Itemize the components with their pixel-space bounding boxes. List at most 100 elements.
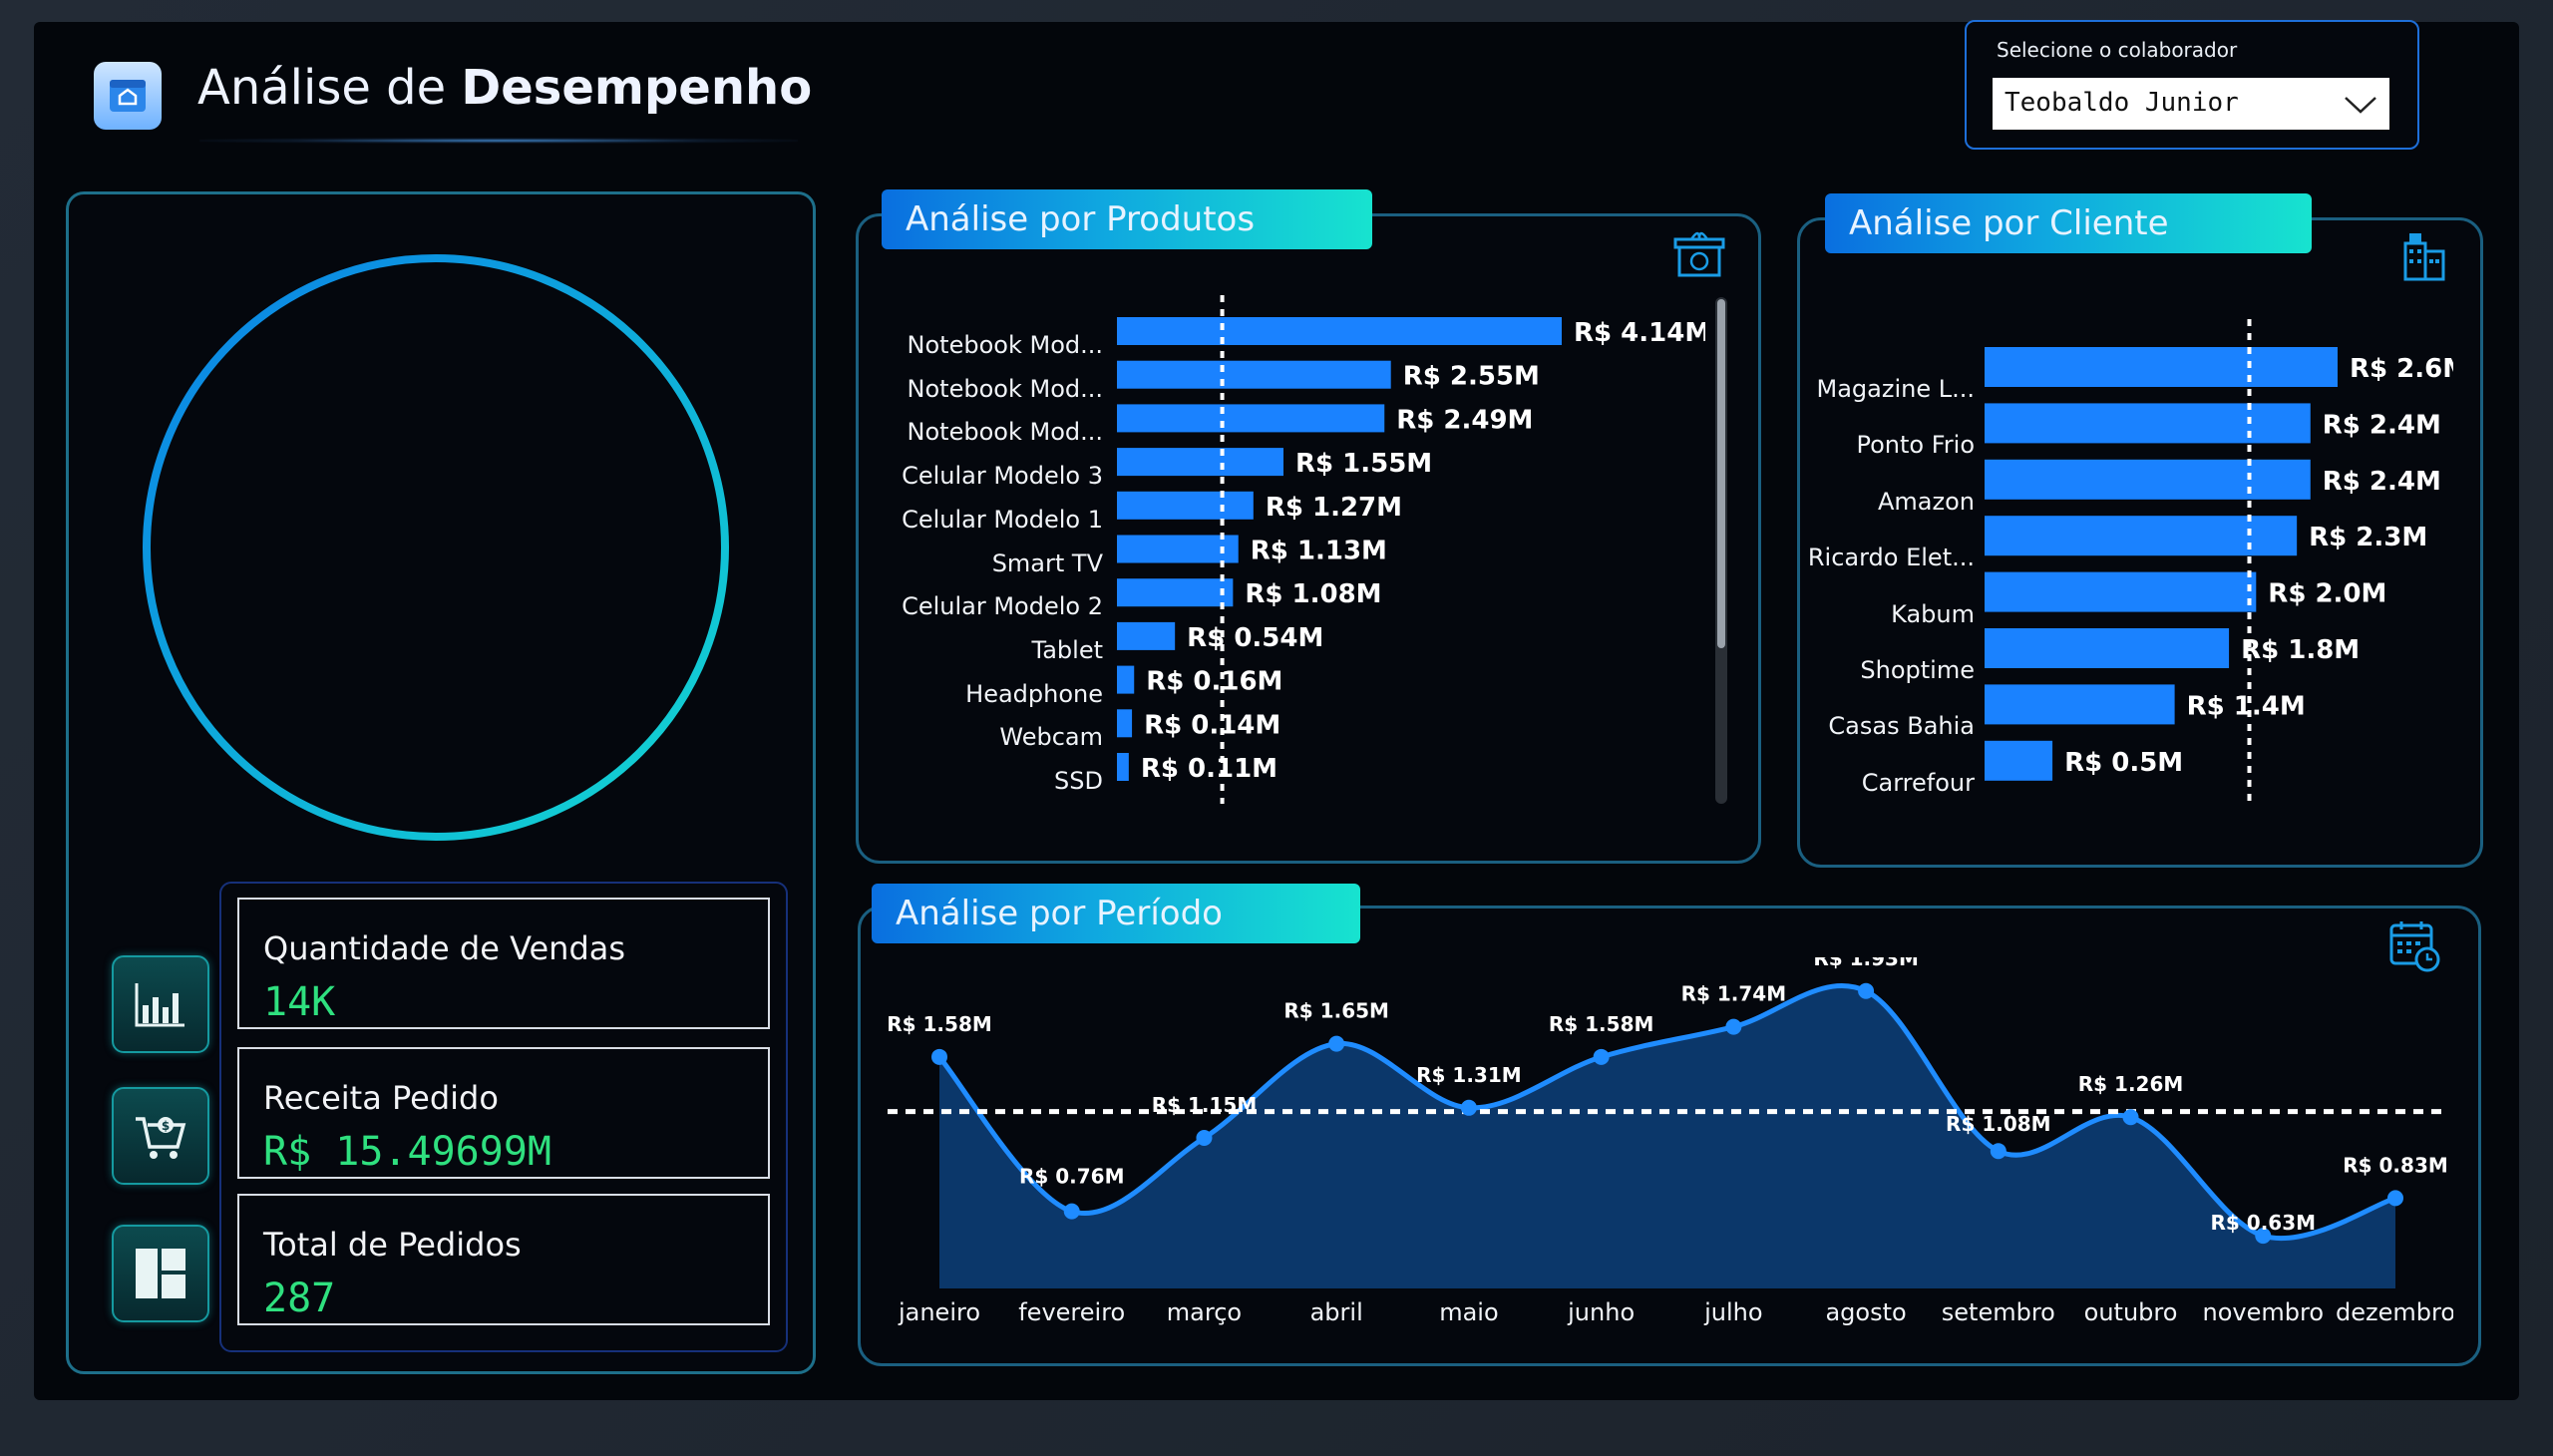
kpi-title: Quantidade de Vendas — [263, 929, 626, 967]
category-label: Carrefour — [1861, 768, 1975, 797]
bar[interactable] — [1117, 578, 1234, 607]
dashboard-grid-icon[interactable] — [112, 1225, 209, 1322]
bar[interactable] — [1117, 317, 1562, 345]
kpi-value: 14K — [263, 979, 336, 1025]
shopping-cart-icon[interactable]: $ — [112, 1087, 209, 1185]
data-point[interactable] — [1196, 1130, 1213, 1146]
kpi-value: 287 — [263, 1275, 336, 1321]
data-label: R$ 1.15M — [1152, 1093, 1258, 1117]
data-label: R$ 2.6M — [2350, 354, 2453, 384]
category-label: Notebook Mod... — [907, 374, 1103, 403]
data-point[interactable] — [1593, 1048, 1610, 1065]
collaborator-selector[interactable]: Selecione o colaborador Teobaldo Junior — [1965, 20, 2419, 150]
category-label: Celular Modelo 3 — [902, 462, 1103, 491]
title-underline — [199, 138, 798, 144]
bar[interactable] — [1117, 360, 1391, 389]
period-title: Análise por Período — [872, 884, 1360, 943]
scrollbar-thumb[interactable] — [1717, 299, 1725, 648]
x-tick-label: abril — [1310, 1298, 1363, 1326]
bar[interactable] — [1985, 571, 2257, 612]
svg-text:$: $ — [162, 1119, 170, 1133]
bar[interactable] — [1985, 684, 2175, 725]
building-icon — [2403, 233, 2445, 281]
package-icon — [1673, 231, 1725, 277]
products-bar-chart[interactable]: R$ 4.14M R$ 2.55M R$ 2.49M R$ 1.55M R$ 1.27M… — [1117, 295, 1705, 804]
bar[interactable] — [1985, 740, 2053, 781]
kpi-title: Total de Pedidos — [263, 1226, 522, 1264]
data-label: R$ 1.13M — [1251, 537, 1387, 566]
data-label: R$ 0.63M — [2211, 1211, 2317, 1235]
data-label: R$ 1.65M — [1283, 999, 1389, 1023]
category-label: Ricardo Elet... — [1807, 544, 1975, 572]
collaborator-dropdown[interactable]: Teobaldo Junior — [1993, 78, 2389, 130]
data-label: R$ 1.74M — [1681, 982, 1787, 1006]
home-app-icon — [94, 62, 162, 130]
bar[interactable] — [1117, 753, 1129, 781]
kpi-title: Receita Pedido — [263, 1079, 499, 1117]
bar[interactable] — [1985, 403, 2311, 444]
x-tick-label: janeiro — [898, 1298, 980, 1326]
kpi-card-orders: Total de Pedidos 287 — [237, 1194, 770, 1325]
bar[interactable] — [1117, 709, 1133, 738]
data-label: R$ 0.76M — [1019, 1165, 1125, 1189]
category-label: Notebook Mod... — [907, 418, 1103, 447]
category-label: Shoptime — [1860, 656, 1975, 684]
data-label: R$ 1.08M — [1245, 579, 1381, 609]
data-point[interactable] — [1328, 1035, 1345, 1052]
data-label: R$ 0.14M — [1144, 710, 1280, 740]
data-label: R$ 2.3M — [2309, 523, 2427, 552]
data-label: R$ 0.83M — [2343, 1153, 2448, 1177]
selected-collaborator: Teobaldo Junior — [2005, 88, 2239, 118]
bar[interactable] — [1985, 628, 2230, 668]
products-scrollbar[interactable] — [1715, 297, 1727, 804]
data-label: R$ 2.0M — [2268, 579, 2386, 609]
x-tick-label: julho — [1703, 1298, 1762, 1326]
data-point[interactable] — [931, 1048, 947, 1065]
x-tick-label: dezembro — [2336, 1298, 2453, 1326]
x-tick-label: novembro — [2203, 1298, 2325, 1326]
data-label: R$ 1.8M — [2241, 635, 2360, 665]
period-area-chart[interactable]: R$ 1.58M janeiro R$ 0.76M fevereiro R$ 1.15M… — [878, 957, 2453, 1336]
products-categories: Notebook Mod... Notebook Mod... Notebook M… — [868, 311, 1103, 795]
data-point[interactable] — [1725, 1018, 1742, 1035]
data-point[interactable] — [1460, 1099, 1477, 1116]
bar[interactable] — [1117, 665, 1135, 694]
x-tick-label: fevereiro — [1018, 1298, 1125, 1326]
ring-visual — [143, 254, 729, 841]
category-label: Celular Modelo 2 — [902, 592, 1103, 621]
x-tick-label: setembro — [1942, 1298, 2055, 1326]
data-label: R$ 0.16M — [1146, 667, 1282, 697]
data-label: R$ 1.55M — [1295, 449, 1432, 479]
clients-bar-chart[interactable]: R$ 2.6M R$ 2.4M R$ 2.4M R$ 2.3M R$ 2.0M R$ 1.… — [1985, 319, 2453, 808]
page-title: Análise de Desempenho — [197, 60, 813, 116]
data-point[interactable] — [2122, 1109, 2139, 1126]
category-label: Webcam — [999, 723, 1103, 752]
x-tick-label: agosto — [1825, 1298, 1906, 1326]
bar-chart-icon[interactable] — [112, 955, 209, 1053]
data-point[interactable] — [1063, 1203, 1080, 1220]
x-tick-label: junho — [1567, 1298, 1635, 1326]
category-label: Kabum — [1891, 599, 1975, 628]
category-label: Celular Modelo 1 — [902, 505, 1103, 534]
bar[interactable] — [1117, 621, 1176, 650]
data-point[interactable] — [1990, 1143, 2006, 1160]
category-label: SSD — [1054, 767, 1103, 795]
bar[interactable] — [1117, 491, 1254, 520]
bar[interactable] — [1117, 404, 1385, 433]
bar[interactable] — [1985, 347, 2338, 387]
data-label: R$ 1.08M — [1946, 1112, 2051, 1136]
category-label: Headphone — [965, 679, 1103, 708]
bar[interactable] — [1985, 459, 2311, 500]
chevron-down-icon[interactable] — [2344, 92, 2377, 116]
bar[interactable] — [1117, 535, 1239, 563]
data-point[interactable] — [1858, 982, 1875, 999]
bar[interactable] — [1117, 448, 1283, 477]
data-point[interactable] — [2387, 1190, 2403, 1207]
bar[interactable] — [1985, 516, 2298, 556]
kpi-value: R$ 15.49699M — [263, 1129, 551, 1175]
products-title: Análise por Produtos — [882, 189, 1372, 249]
x-tick-label: março — [1167, 1298, 1242, 1326]
category-label: Magazine L... — [1816, 375, 1975, 403]
data-label: R$ 2.4M — [2323, 410, 2441, 440]
data-label: R$ 0.5M — [2064, 748, 2183, 778]
